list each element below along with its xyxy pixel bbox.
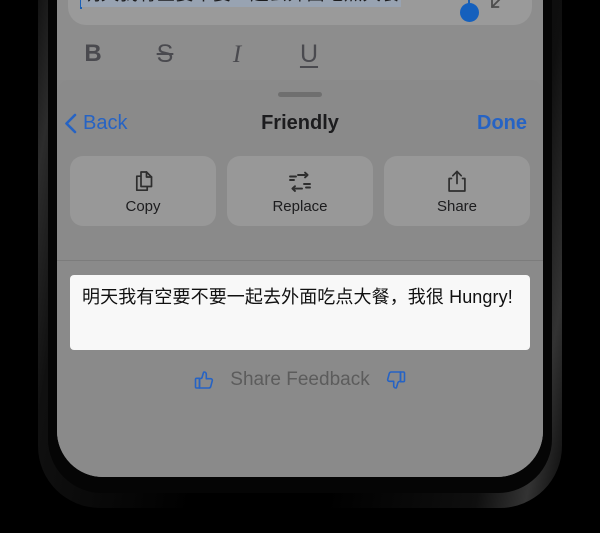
result-card[interactable]: 明天我有空要不要一起去外面吃点大餐，我很 Hungry! [70, 275, 530, 350]
format-italic-button[interactable]: I [201, 42, 273, 67]
done-button[interactable]: Done [477, 112, 527, 135]
selected-text[interactable]: 明天我有空要不要一起去外面吃点大餐 [81, 0, 401, 7]
selection-handle-end[interactable] [460, 3, 479, 22]
share-feedback-label[interactable]: Share Feedback [230, 369, 369, 391]
format-underline-button[interactable]: U [273, 41, 345, 67]
copy-button-label: Copy [125, 197, 161, 215]
feedback-row: Share Feedback [57, 368, 543, 392]
expand-arrows-icon[interactable] [488, 0, 514, 11]
replace-button[interactable]: Replace [227, 156, 373, 226]
thumbs-down-icon[interactable] [384, 368, 408, 392]
phone-screen: 明天我有空要不要一起去外面吃点大餐 B [57, 0, 543, 477]
copy-button[interactable]: Copy [70, 156, 216, 226]
format-bold-button[interactable]: B [57, 42, 129, 66]
action-button-row: Copy Replace Share [70, 156, 530, 226]
replace-icon [286, 168, 314, 196]
share-button[interactable]: Share [384, 156, 530, 226]
share-icon [445, 168, 469, 196]
copy-icon [130, 168, 156, 196]
format-toolbar: B S I U [57, 28, 543, 80]
thumbs-up-icon[interactable] [192, 368, 216, 392]
page-title: Friendly [261, 111, 339, 134]
sheet-divider [57, 260, 543, 261]
screenshot-stage: 明天我有空要不要一起去外面吃点大餐 B [0, 0, 600, 533]
writing-tools-sheet: Back Friendly Done Copy Replace Share 明天… [57, 80, 543, 477]
replace-button-label: Replace [272, 197, 328, 215]
sheet-drag-handle[interactable] [278, 92, 322, 97]
result-text: 明天我有空要不要一起去外面吃点大餐，我很 Hungry! [82, 287, 513, 307]
text-input-field[interactable]: 明天我有空要不要一起去外面吃点大餐 [68, 0, 532, 25]
format-strikethrough-button[interactable]: S [129, 41, 201, 67]
sheet-header: Back Friendly Done [57, 102, 543, 144]
share-button-label: Share [436, 197, 478, 215]
